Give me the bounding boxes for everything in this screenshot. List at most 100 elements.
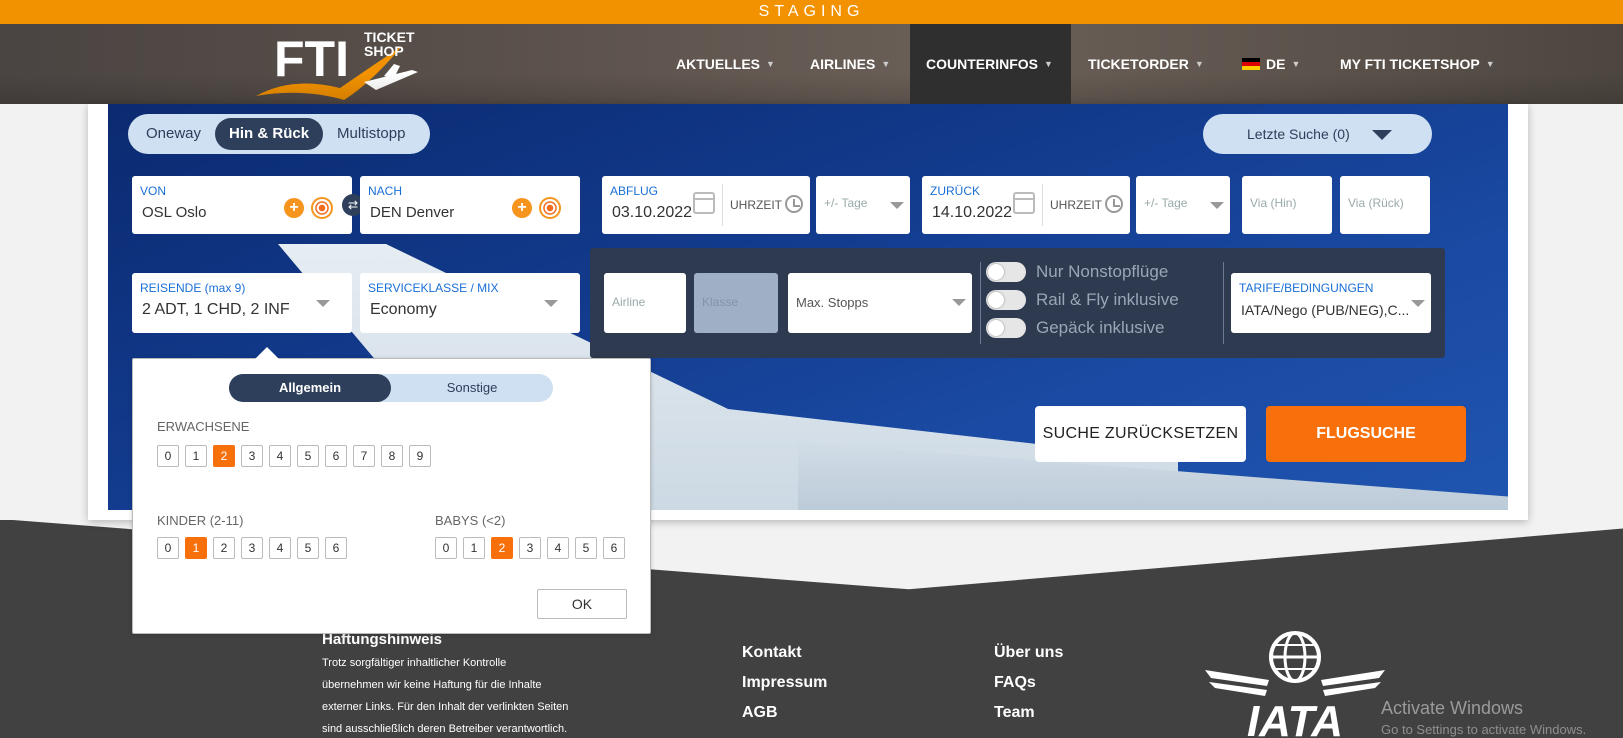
adults-selector: 0123456789 — [157, 445, 437, 467]
return-time-label[interactable]: UHRZEIT — [1050, 198, 1102, 212]
departure-date[interactable]: 03.10.2022 — [612, 204, 692, 222]
via-back-field[interactable]: Via (Rück) — [1340, 176, 1430, 234]
via-out-field[interactable]: Via (Hin) — [1242, 176, 1332, 234]
to-field[interactable]: NACH DEN Denver + — [360, 176, 580, 234]
children-count-0[interactable]: 0 — [157, 537, 179, 559]
rail-fly-label: Rail & Fly inklusive — [1036, 290, 1179, 309]
class-field[interactable]: Klasse — [694, 273, 778, 333]
baggage-toggle[interactable] — [986, 318, 1026, 338]
last-search-dropdown[interactable]: Letzte Suche (0) — [1203, 114, 1432, 154]
footer-link-team[interactable]: Team — [994, 704, 1035, 722]
adults-count-0[interactable]: 0 — [157, 445, 179, 467]
max-stops-select[interactable]: Max. Stopps — [788, 273, 972, 333]
staging-banner: STAGING — [0, 0, 1623, 24]
iata-text: IATA — [1247, 697, 1343, 738]
nonstop-toggle[interactable] — [986, 262, 1026, 282]
nav-language[interactable]: DE ▼ — [1226, 24, 1316, 104]
children-count-4[interactable]: 4 — [269, 537, 291, 559]
service-class-value[interactable]: Economy — [370, 301, 437, 319]
fti-logo[interactable]: FTI TICKET SHOP — [252, 26, 424, 104]
trip-multistop[interactable]: Multistopp — [323, 118, 419, 150]
airline-placeholder: Airline — [612, 295, 646, 309]
nav-aktuelles[interactable]: AKTUELLES ▼ — [660, 24, 791, 104]
babies-count-6[interactable]: 6 — [603, 537, 625, 559]
departure-time-label[interactable]: UHRZEIT — [730, 198, 782, 212]
adults-count-2[interactable]: 2 — [213, 445, 235, 467]
clock-icon[interactable] — [785, 195, 803, 213]
calendar-icon[interactable] — [693, 192, 715, 214]
rail-fly-toggle[interactable] — [986, 290, 1026, 310]
adults-count-3[interactable]: 3 — [241, 445, 263, 467]
adults-label: ERWACHSENE — [157, 419, 250, 434]
departure-field[interactable]: ABFLUG 03.10.2022 UHRZEIT — [602, 176, 810, 234]
tariff-value[interactable]: IATA/Nego (PUB/NEG),C... — [1241, 302, 1409, 318]
children-count-5[interactable]: 5 — [297, 537, 319, 559]
babies-count-1[interactable]: 1 — [463, 537, 485, 559]
site-header: FTI TICKET SHOP AKTUELLES ▼ AIRLINES ▼ COU… — [0, 24, 1623, 104]
add-icon[interactable]: + — [284, 198, 304, 218]
calendar-icon[interactable] — [1013, 192, 1035, 214]
from-value[interactable]: OSL Oslo — [142, 204, 206, 221]
nav-my-fti[interactable]: MY FTI TICKETSHOP ▼ — [1324, 24, 1511, 104]
footer-link-faqs[interactable]: FAQs — [994, 674, 1036, 692]
return-field[interactable]: ZURÜCK 14.10.2022 UHRZEIT — [922, 176, 1130, 234]
babies-count-5[interactable]: 5 — [575, 537, 597, 559]
add-icon[interactable]: + — [512, 198, 532, 218]
nearby-airport-icon[interactable] — [539, 197, 561, 219]
chevron-down-icon: ▼ — [1194, 59, 1204, 69]
iata-logo: IATA — [1205, 631, 1385, 738]
airline-field[interactable]: Airline — [604, 273, 686, 333]
babies-count-0[interactable]: 0 — [435, 537, 457, 559]
chevron-down-icon — [1411, 300, 1425, 307]
adults-count-8[interactable]: 8 — [381, 445, 403, 467]
adults-count-1[interactable]: 1 — [185, 445, 207, 467]
adults-count-9[interactable]: 9 — [409, 445, 431, 467]
ok-button[interactable]: OK — [537, 589, 627, 619]
chevron-down-icon — [544, 300, 558, 307]
nav-counterinfos[interactable]: COUNTERINFOS ▼ — [910, 24, 1071, 104]
adults-count-6[interactable]: 6 — [325, 445, 347, 467]
travellers-value[interactable]: 2 ADT, 1 CHD, 2 INF — [142, 301, 290, 319]
footer-link-kontakt[interactable]: Kontakt — [742, 644, 802, 662]
chevron-down-icon — [1372, 130, 1392, 140]
children-count-3[interactable]: 3 — [241, 537, 263, 559]
departure-flex-select[interactable]: +/- Tage — [816, 176, 910, 234]
children-count-2[interactable]: 2 — [213, 537, 235, 559]
to-label: NACH — [368, 184, 403, 198]
travellers-popup: Allgemein Sonstige ERWACHSENE 0123456789… — [132, 347, 651, 634]
footer-link-about[interactable]: Über uns — [994, 644, 1063, 662]
adults-count-7[interactable]: 7 — [353, 445, 375, 467]
footer-link-agb[interactable]: AGB — [742, 704, 778, 722]
nav-airlines[interactable]: AIRLINES ▼ — [794, 24, 906, 104]
travellers-field[interactable]: REISENDE (max 9) 2 ADT, 1 CHD, 2 INF — [132, 273, 352, 333]
reset-search-button[interactable]: SUCHE ZURÜCKSETZEN — [1035, 406, 1246, 462]
nav-ticketorder[interactable]: TICKETORDER ▼ — [1072, 24, 1220, 104]
children-count-6[interactable]: 6 — [325, 537, 347, 559]
tariff-select[interactable]: TARIFE/BEDINGUNGEN IATA/Nego (PUB/NEG),C… — [1231, 273, 1431, 333]
service-class-field[interactable]: SERVICEKLASSE / MIX Economy — [360, 273, 580, 333]
german-flag-icon — [1242, 58, 1260, 70]
tab-allgemein[interactable]: Allgemein — [229, 374, 391, 402]
flight-search-button[interactable]: FLUGSUCHE — [1266, 406, 1466, 462]
children-count-1[interactable]: 1 — [185, 537, 207, 559]
nearby-airport-icon[interactable] — [311, 197, 333, 219]
adults-count-5[interactable]: 5 — [297, 445, 319, 467]
trip-roundtrip[interactable]: Hin & Rück — [215, 118, 324, 150]
return-flex-select[interactable]: +/- Tage — [1136, 176, 1230, 234]
disclaimer-line: sind ausschließlich deren Betreiber vera… — [322, 723, 568, 735]
from-field[interactable]: VON OSL Oslo + — [132, 176, 352, 234]
nonstop-label: Nur Nonstopflüge — [1036, 262, 1169, 281]
babies-count-4[interactable]: 4 — [547, 537, 569, 559]
to-value[interactable]: DEN Denver — [370, 204, 454, 221]
tariff-label: TARIFE/BEDINGUNGEN — [1239, 281, 1374, 295]
clock-icon[interactable] — [1105, 195, 1123, 213]
babies-count-2[interactable]: 2 — [491, 537, 513, 559]
adults-count-4[interactable]: 4 — [269, 445, 291, 467]
return-date[interactable]: 14.10.2022 — [932, 204, 1012, 222]
babies-count-3[interactable]: 3 — [519, 537, 541, 559]
departure-label: ABFLUG — [610, 184, 659, 198]
tab-sonstige[interactable]: Sonstige — [391, 374, 553, 402]
footer-link-impressum[interactable]: Impressum — [742, 674, 827, 692]
trip-oneway[interactable]: Oneway — [132, 118, 215, 150]
chevron-down-icon: ▼ — [1044, 59, 1053, 69]
